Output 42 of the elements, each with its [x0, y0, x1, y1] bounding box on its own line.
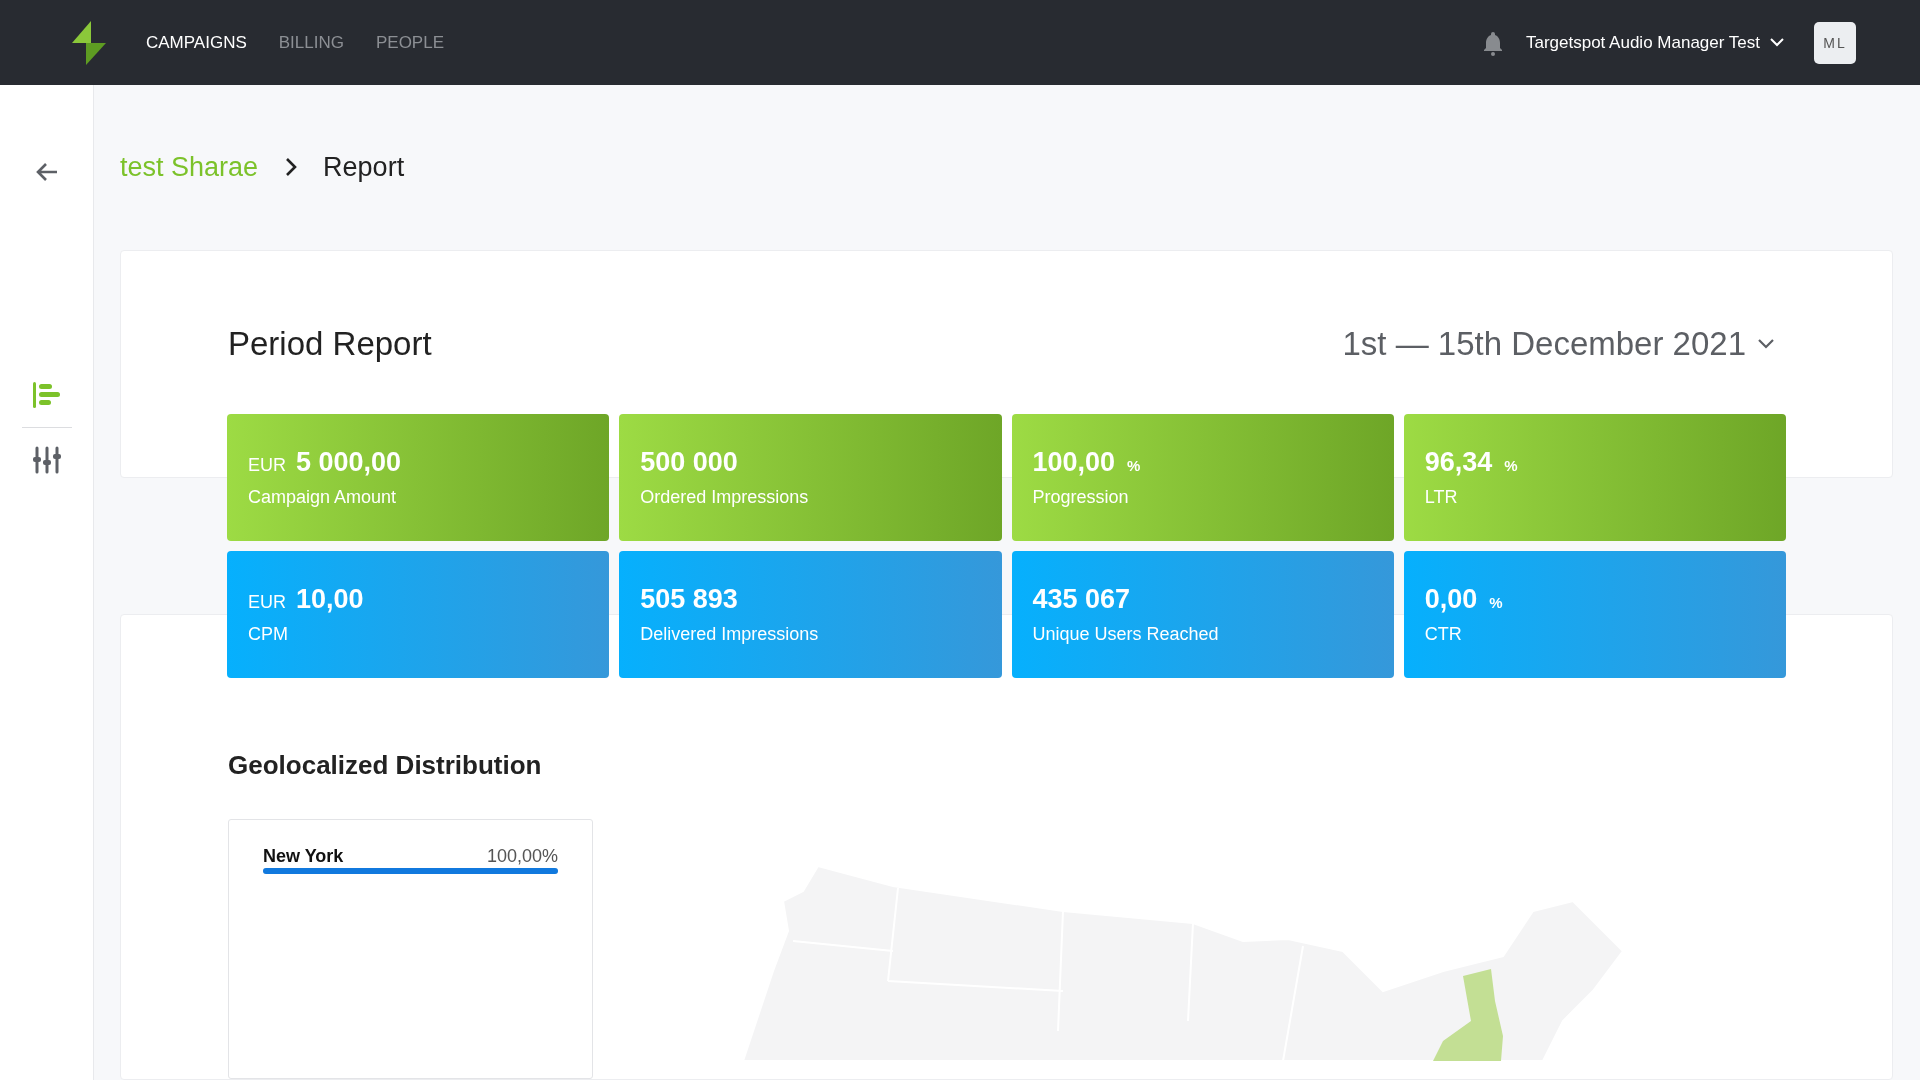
user-avatar[interactable]: ML: [1814, 21, 1856, 64]
stat-value: 5 000,00: [296, 447, 402, 478]
nav-tab[interactable]: CAMPAIGNS: [146, 32, 247, 53]
chevron-down-icon: [1770, 38, 1784, 47]
bell-icon[interactable]: [1481, 29, 1504, 56]
logo-icon: [72, 20, 106, 65]
account-dropdown[interactable]: Targetspot Audio Manager Test: [1525, 32, 1784, 53]
date-range-dropdown[interactable]: 1st — 15th December 2021: [1342, 324, 1774, 363]
sliders-icon: [32, 446, 61, 474]
unit-label: %: [1489, 594, 1503, 611]
region-name: New York: [263, 846, 344, 867]
stat-value: 0,00: [1424, 584, 1478, 615]
unit-label: %: [1127, 457, 1141, 474]
stat-label: Campaign Amount: [248, 487, 398, 508]
stat-label: CTR: [1424, 624, 1463, 645]
stat-label: Ordered Impressions: [640, 487, 810, 508]
stat-label: Unique Users Reached: [1032, 624, 1220, 645]
stat-value: 10,00: [296, 584, 364, 615]
stat-value: 500 000: [640, 447, 738, 478]
region-share: 100,00%: [486, 846, 558, 867]
section-title: Period Report: [228, 324, 432, 363]
stat-value: 96,34: [1424, 447, 1493, 478]
stat-value: 505 893: [640, 584, 738, 615]
nav-tab[interactable]: BILLING: [278, 32, 344, 53]
back-arrow-icon: [34, 162, 59, 182]
unit-label: %: [1504, 457, 1518, 474]
chevron-down-icon: [1758, 338, 1774, 349]
nav-tab[interactable]: PEOPLE: [375, 32, 444, 53]
chevron-right-icon: [285, 157, 298, 178]
stat-label: CPM: [248, 624, 289, 645]
back-button[interactable]: [34, 162, 59, 182]
section-title: Geolocalized Distribution: [228, 750, 543, 781]
settings-nav-button[interactable]: [32, 446, 61, 474]
currency-label: EUR: [248, 592, 286, 613]
stat-value: 435 067: [1032, 584, 1131, 615]
breadcrumb-current: Report: [323, 151, 405, 183]
stat-label: Delivered Impressions: [640, 624, 820, 645]
stat-label: Progression: [1032, 487, 1130, 508]
bar-chart-icon: [32, 382, 61, 408]
stat-value: 100,00: [1032, 447, 1116, 478]
currency-label: EUR: [248, 455, 286, 476]
stat-label: LTR: [1424, 487, 1459, 508]
